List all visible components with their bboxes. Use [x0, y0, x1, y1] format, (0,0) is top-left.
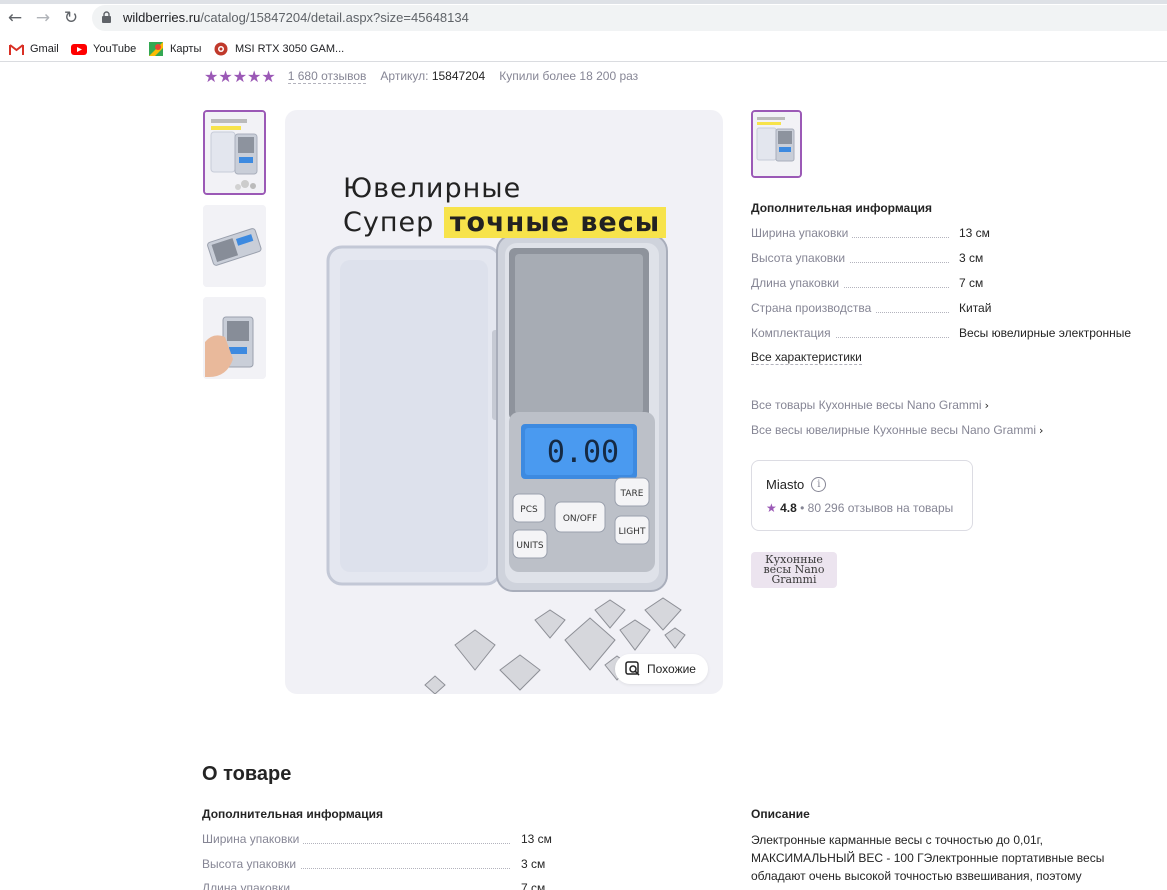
main-product-image[interactable]: 0.00 PCS TARE ON/OFF UNITS LIGHT Ювелирн…: [285, 110, 723, 694]
similar-label: Похожие: [647, 662, 696, 676]
description-title: Описание: [751, 807, 810, 821]
maps-icon: [148, 42, 164, 56]
chevron-right-icon: ›: [1039, 424, 1044, 437]
detail-value: Китай: [959, 301, 992, 315]
bookmark-msi[interactable]: MSI RTX 3050 GAM...: [213, 40, 344, 58]
units-key-label: UNITS: [516, 541, 543, 551]
msi-icon: [213, 42, 229, 56]
brand-logo[interactable]: Кухонные весы Nano Grammi: [751, 552, 837, 588]
about-key: Высота упаковки: [202, 857, 301, 871]
all-scales-link[interactable]: Все весы ювелирные Кухонные весы Nano Gr…: [751, 423, 1043, 437]
article-value: 15847204: [431, 69, 486, 83]
detail-key: Комплектация: [751, 326, 835, 340]
tare-key-label: TARE: [620, 489, 644, 499]
detail-value: Весы ювелирные электронные: [959, 326, 1132, 340]
article-label: Артикул:: [380, 69, 429, 83]
seller-name-row: Miasto i: [766, 477, 827, 492]
bookmark-label: YouTube: [93, 43, 137, 55]
image-heading-line1: Ювелирные: [343, 173, 522, 204]
detail-value: 3 см: [959, 251, 984, 265]
detail-row: Высота упаковки 3 см: [751, 251, 1151, 267]
article-number: Артикул: 15847204: [380, 69, 485, 83]
reviews-link[interactable]: 1 680 отзывов: [287, 69, 367, 84]
about-title: О товаре: [202, 763, 292, 785]
details-title: Дополнительная информация: [751, 201, 932, 215]
detail-value: 13 см: [959, 226, 990, 240]
url-path: /catalog/15847204/detail.aspx?size=45648…: [200, 10, 469, 25]
forward-icon[interactable]: →: [34, 9, 52, 27]
tab-strip-edge: [0, 0, 1167, 4]
detail-row: Страна производства Китай: [751, 301, 1151, 317]
bookmark-maps[interactable]: Карты: [148, 40, 201, 58]
star-icon: ★: [766, 501, 777, 515]
seller-reviews: • 80 296 отзывов на товары: [800, 501, 954, 515]
detail-key: Страна производства: [751, 301, 876, 315]
reload-icon[interactable]: ↻: [62, 9, 80, 27]
about-value: 13 см: [521, 832, 552, 846]
onoff-key-label: ON/OFF: [563, 514, 597, 524]
rating-row: ★★★★★ 1 680 отзывов Артикул: 15847204 Ку…: [204, 66, 639, 86]
all-goods-link[interactable]: Все товары Кухонные весы Nano Grammi ›: [751, 398, 989, 412]
description-text: Электронные карманные весы с точностью д…: [751, 833, 1105, 883]
about-value: 3 см: [521, 857, 546, 871]
detail-row: Ширина упаковки 13 см: [751, 226, 1151, 242]
detail-value: 7 см: [959, 276, 984, 290]
bought-count: Купили более 18 200 раз: [499, 69, 639, 83]
bookmark-youtube[interactable]: YouTube: [71, 40, 136, 58]
about-row: Ширина упаковки 13 см: [202, 832, 562, 848]
all-scales-label: Все весы ювелирные Кухонные весы Nano Gr…: [751, 423, 1037, 437]
about-info-title: Дополнительная информация: [202, 807, 383, 821]
bookmark-label: Карты: [170, 43, 202, 55]
thumbnail-1[interactable]: [203, 110, 266, 195]
rating-stars: ★★★★★: [204, 66, 276, 86]
seller-name[interactable]: Miasto: [766, 477, 804, 492]
youtube-icon: [71, 42, 87, 56]
similar-search-icon: [625, 661, 640, 676]
about-key: Длина упаковки: [202, 881, 295, 890]
seller-rating-value: 4.8: [780, 501, 797, 515]
address-text[interactable]: wildberries.ru/catalog/15847204/detail.a…: [123, 10, 469, 25]
similar-button[interactable]: Похожие: [615, 654, 708, 684]
detail-key: Ширина упаковки: [751, 226, 853, 240]
about-value: 7 см: [521, 881, 546, 890]
all-characteristics-link[interactable]: Все характеристики: [751, 350, 862, 365]
color-variant-thumbnail[interactable]: [751, 110, 802, 178]
thumbnail-2[interactable]: [203, 205, 266, 287]
image-heading-highlight: точные весы: [443, 207, 667, 238]
about-row: Высота упаковки 3 см: [202, 857, 562, 873]
bookmark-label: MSI RTX 3050 GAM...: [235, 43, 345, 55]
pcs-key-label: PCS: [520, 505, 538, 515]
browser-toolbar: ← → ↻ wildberries.ru/catalog/15847204/de…: [0, 0, 1167, 36]
image-heading-plain: Супер: [343, 207, 435, 238]
info-icon[interactable]: i: [811, 477, 827, 492]
bookmark-gmail[interactable]: Gmail: [8, 40, 59, 58]
seller-rating: ★ 4.8 • 80 296 отзывов на товары: [766, 501, 953, 515]
back-icon[interactable]: ←: [6, 9, 24, 27]
detail-row: Комплектация Весы ювелирные электронные: [751, 326, 1151, 342]
bookmarks-bar: Gmail YouTube Карты MSI RTX 3050 GAM...: [0, 36, 1167, 62]
thumbnail-3[interactable]: [203, 297, 266, 379]
gmail-icon: [8, 42, 24, 56]
all-goods-label: Все товары Кухонные весы Nano Grammi: [751, 398, 982, 412]
light-key-label: LIGHT: [619, 527, 646, 537]
bookmark-label: Gmail: [30, 43, 59, 55]
scale-display: 0.00: [547, 435, 619, 470]
about-row: Длина упаковки 7 см: [202, 881, 562, 890]
image-heading-line2: Супер точные весы: [343, 207, 667, 238]
detail-key: Длина упаковки: [751, 276, 844, 290]
lock-icon: [102, 11, 111, 23]
url-host: wildberries.ru: [123, 10, 201, 25]
detail-row: Длина упаковки 7 см: [751, 276, 1151, 292]
about-key: Ширина упаковки: [202, 832, 304, 846]
chevron-right-icon: ›: [984, 399, 989, 412]
seller-card[interactable]: Miasto i ★ 4.8 • 80 296 отзывов на товар…: [751, 460, 973, 531]
detail-key: Высота упаковки: [751, 251, 850, 265]
